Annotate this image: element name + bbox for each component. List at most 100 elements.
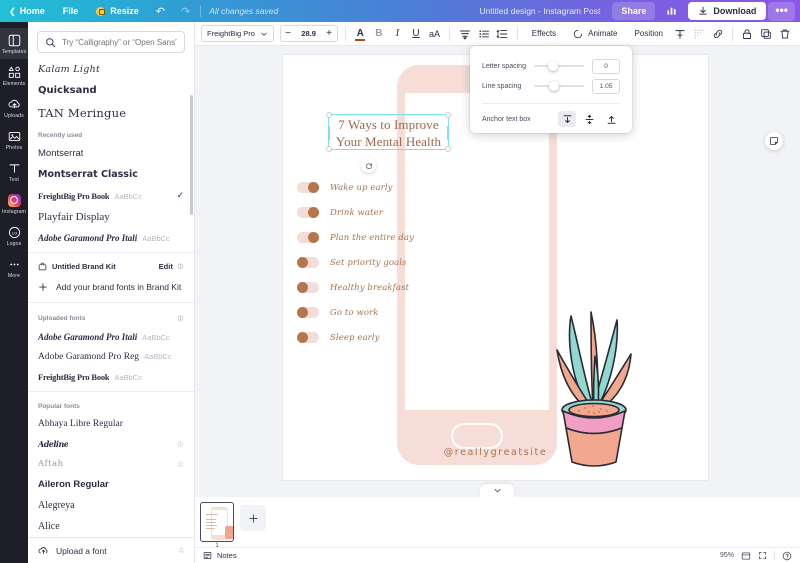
toggle-go-to-work[interactable] <box>297 307 319 318</box>
share-button[interactable]: Share <box>612 2 656 20</box>
search-box[interactable] <box>37 31 185 53</box>
font-row-tan-meringue[interactable]: TAN Meringue <box>28 101 194 125</box>
fullscreen-icon[interactable] <box>758 551 767 560</box>
line-spacing-button[interactable] <box>494 25 510 43</box>
font-row-montserrat[interactable]: Montserrat <box>28 143 194 164</box>
list-item[interactable]: Go to work <box>297 300 433 325</box>
sidebar-item-elements[interactable]: Elements <box>0 60 28 91</box>
font-row-freightbig-pro-book[interactable]: FreightBig Pro Book AaBbCc <box>28 367 194 387</box>
bold-button[interactable]: B <box>371 25 387 43</box>
add-brand-fonts-button[interactable]: Add your brand fonts in Brand Kit <box>28 276 194 298</box>
toggle-drink-water[interactable] <box>297 207 319 218</box>
panel-scrollbar[interactable] <box>190 95 193 215</box>
bullet-list-button[interactable] <box>476 25 492 43</box>
text-color-button[interactable]: A <box>352 25 368 43</box>
link-button[interactable] <box>709 25 727 43</box>
lock-button[interactable] <box>738 25 756 43</box>
animate-button[interactable]: Animate <box>566 25 624 43</box>
toggle-plan-the-entire-day[interactable] <box>297 232 319 243</box>
sidebar-item-text[interactable]: Text <box>0 156 28 187</box>
sidebar-item-more[interactable]: More <box>0 252 28 283</box>
font-row-aileron-regular[interactable]: Aileron Regular <box>28 474 194 495</box>
resize-handle-bottom-left[interactable] <box>326 146 332 152</box>
slider-knob[interactable] <box>548 61 558 71</box>
letter-spacing-value[interactable]: 0 <box>592 58 620 74</box>
letter-spacing-slider[interactable] <box>534 59 584 73</box>
undo-icon[interactable]: ↶ <box>148 5 173 18</box>
font-row-playfair-display[interactable]: Playfair Display <box>28 206 194 228</box>
upload-font-button[interactable]: Upload a font ♔ <box>28 537 194 563</box>
font-row-aftah[interactable]: Aftah ♔ <box>28 454 194 474</box>
list-item[interactable]: Wake up early <box>297 175 433 200</box>
transparency-button[interactable] <box>671 25 689 43</box>
sticky-note-button[interactable] <box>765 132 783 150</box>
slider-knob[interactable] <box>548 81 559 91</box>
delete-button[interactable] <box>776 25 794 43</box>
help-icon[interactable] <box>782 551 792 561</box>
list-item[interactable]: Plan the entire day <box>297 225 433 250</box>
position-button[interactable]: Position <box>628 25 670 43</box>
anchor-middle-icon[interactable] <box>580 111 598 127</box>
duplicate-button[interactable] <box>757 25 775 43</box>
potted-plant-illustration[interactable] <box>541 310 647 470</box>
effects-button[interactable]: Effects <box>525 25 563 43</box>
list-item[interactable]: Set priority goals <box>297 250 433 275</box>
align-button[interactable] <box>457 25 473 43</box>
resize-handle-right[interactable] <box>447 126 449 140</box>
font-list[interactable]: Kalam Light Quicksand TAN Meringue Recen… <box>28 59 194 549</box>
resize-handle-left[interactable] <box>328 126 330 140</box>
font-size-increase-button[interactable]: + <box>322 26 337 41</box>
toggle-healthy-breakfast[interactable] <box>297 282 319 293</box>
notes-button[interactable]: Notes <box>203 551 237 560</box>
page-thumbnail-1[interactable] <box>200 502 234 542</box>
home-button[interactable]: ❮ Home <box>0 0 54 22</box>
font-row-quicksand[interactable]: Quicksand <box>28 80 194 101</box>
add-page-button[interactable] <box>240 505 266 531</box>
font-row-adobe-garamond-pro-itali[interactable]: Adobe Garamond Pro Itali AaBbCc <box>28 327 194 347</box>
resize-handle-top-right[interactable] <box>445 112 451 118</box>
search-input[interactable] <box>62 37 177 47</box>
brand-kit-row[interactable]: Untitled Brand Kit Edit ♔ <box>28 257 194 276</box>
font-row-kalam-light[interactable]: Kalam Light <box>28 59 194 80</box>
grid-view-icon[interactable] <box>741 551 751 561</box>
sidebar-item-uploads[interactable]: Uploads <box>0 92 28 123</box>
insights-button[interactable] <box>657 1 686 22</box>
resize-handle-top-left[interactable] <box>326 112 332 118</box>
underline-button[interactable]: U <box>408 25 424 43</box>
sidebar-item-photos[interactable]: Photos <box>0 124 28 155</box>
line-spacing-slider[interactable] <box>534 79 584 93</box>
italic-button[interactable]: I <box>390 25 406 43</box>
toggle-wake-up-early[interactable] <box>297 182 319 193</box>
copy-style-button[interactable] <box>690 25 708 43</box>
toggle-sleep-early[interactable] <box>297 332 319 343</box>
resize-handle-bottom-right[interactable] <box>445 146 451 152</box>
toggle-set-priority-goals[interactable] <box>297 257 319 268</box>
list-item[interactable]: Healthy breakfast <box>297 275 433 300</box>
font-row-alegreya[interactable]: Alegreya <box>28 495 194 516</box>
font-size-decrease-button[interactable]: − <box>281 26 296 41</box>
more-options-button[interactable]: ••• <box>768 1 795 21</box>
zoom-level[interactable]: 95% <box>720 552 734 559</box>
font-row-adobe-garamond-pro-reg[interactable]: Adobe Garamond Pro Reg AaBbCc <box>28 347 194 367</box>
anchor-bottom-icon[interactable] <box>602 111 620 127</box>
resize-button[interactable]: Resize <box>87 0 148 22</box>
font-row-freightbig-pro-book-recent[interactable]: FreightBig Pro Book AaBbCc ✓ <box>28 185 194 206</box>
text-case-button[interactable]: aA <box>427 25 443 43</box>
font-size-stepper[interactable]: − 28.9 + <box>279 25 338 42</box>
anchor-top-icon[interactable] <box>558 111 576 127</box>
redo-icon[interactable]: ↷ <box>173 5 198 18</box>
font-row-alice[interactable]: Alice <box>28 516 194 537</box>
line-spacing-value[interactable]: 1.05 <box>592 78 620 94</box>
sidebar-item-logos[interactable]: LO Logos <box>0 220 28 251</box>
font-family-select[interactable]: FreightBig Pro <box>201 25 274 42</box>
rotate-handle[interactable] <box>361 158 376 173</box>
design-title[interactable]: Untitled design - Instagram Post <box>469 6 610 16</box>
download-button[interactable]: Download <box>688 2 767 20</box>
file-menu-button[interactable]: File <box>54 0 88 22</box>
list-item[interactable]: Drink water <box>297 200 433 225</box>
collapse-panel-button[interactable] <box>480 484 514 497</box>
font-row-montserrat-classic[interactable]: Montserrat Classic <box>28 164 194 185</box>
font-row-adeline[interactable]: Adeline ♔ <box>28 434 194 454</box>
font-size-value[interactable]: 28.9 <box>296 29 322 38</box>
font-row-abhaya-libre-regular[interactable]: Abhaya Libre Regular <box>28 414 194 434</box>
